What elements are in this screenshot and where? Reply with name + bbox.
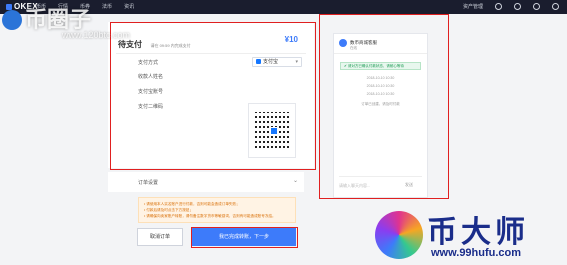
support-icon[interactable] — [552, 3, 559, 10]
notice-line: • 请确保向卖家账户转账，请勿备注数字货币等敏感词，否则有可能造成账号冻结。 — [144, 214, 276, 218]
top-right-tools: 资产管理 — [463, 3, 559, 10]
order-settings[interactable]: 订单设置 ⌄ — [108, 172, 304, 192]
watermark-url: www.120btc.com — [62, 30, 131, 40]
order-settings-label: 订单设置 — [138, 180, 159, 186]
warning-notice: • 请使用本人实名账户进行付款，否则可能会造成订单失败； • 付款后请及时点击下… — [138, 197, 296, 223]
watermark-brand: 币大师 www.99hufu.com — [375, 207, 567, 265]
nav-item-news[interactable]: 资讯 — [124, 3, 134, 10]
assets-menu[interactable]: 资产管理 — [463, 3, 483, 10]
download-icon[interactable] — [533, 3, 540, 10]
message-icon[interactable] — [514, 3, 521, 10]
watermark-url: www.99hufu.com — [431, 247, 522, 259]
highlight-box — [191, 227, 298, 248]
nav-item-fiat[interactable]: 法币 — [102, 3, 112, 10]
user-icon[interactable] — [495, 3, 502, 10]
chevron-down-icon: ⌄ — [292, 178, 298, 184]
watermark-title: 币大师 — [427, 216, 529, 249]
highlight-box — [110, 22, 316, 170]
cancel-order-button[interactable]: 取消订单 — [137, 228, 183, 246]
highlight-box — [319, 14, 449, 199]
brand-logo-icon — [375, 211, 423, 259]
